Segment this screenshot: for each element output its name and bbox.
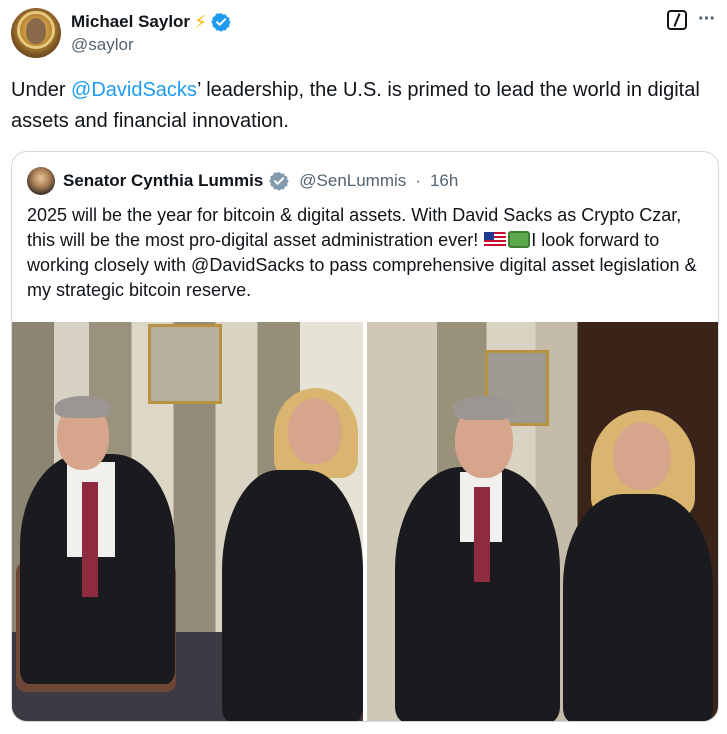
quoted-post-text: 2025 will be the year for bitcoin & digi…: [27, 203, 707, 303]
quoted-author-avatar: [27, 167, 55, 195]
money-bill-icon: [508, 231, 531, 248]
verified-badge-icon: [269, 171, 290, 191]
quoted-post-header: Senator Cynthia Lummis @SenLummis · 16h: [27, 167, 458, 195]
post-text: Under @DavidSacks’ leadership, the U.S. …: [11, 75, 711, 137]
photo-standing-portrait[interactable]: [367, 322, 718, 721]
post-mention-link[interactable]: @DavidSacks: [71, 79, 197, 101]
woman-head: [613, 422, 671, 490]
us-flag-icon: [484, 232, 507, 247]
man-tie: [474, 487, 490, 582]
avatar-face: [26, 18, 46, 44]
woman-jacket: [563, 494, 713, 721]
author-name[interactable]: Michael Saylor: [71, 12, 190, 32]
post-header: Michael Saylor ⚡ @saylor ···: [11, 8, 717, 60]
quoted-post-time: 16h: [429, 171, 459, 190]
quoted-author-name: Senator Cynthia Lummis: [63, 171, 264, 190]
author-avatar[interactable]: [11, 8, 61, 58]
quoted-post-media: [12, 322, 718, 721]
woman-head: [288, 398, 342, 464]
man-hair: [453, 396, 515, 420]
wall-painting: [148, 324, 222, 404]
woman-jacket: [222, 470, 363, 721]
lightning-bolt-icon: ⚡: [194, 12, 207, 32]
time-separator: ·: [415, 171, 421, 190]
author-name-row: Michael Saylor ⚡: [71, 11, 231, 33]
author-handle[interactable]: @saylor: [71, 35, 134, 55]
post-text-start: Under: [11, 79, 72, 101]
man-hair: [55, 396, 111, 418]
quoted-author-handle: @SenLummis: [299, 171, 407, 190]
verified-badge-icon[interactable]: [210, 12, 231, 32]
quoted-post-card[interactable]: Senator Cynthia Lummis @SenLummis · 16h …: [11, 151, 719, 722]
man-tie: [82, 482, 98, 597]
more-options-icon[interactable]: ···: [698, 8, 716, 31]
photo-seated-meeting[interactable]: [12, 322, 363, 721]
grok-icon[interactable]: [667, 10, 687, 30]
